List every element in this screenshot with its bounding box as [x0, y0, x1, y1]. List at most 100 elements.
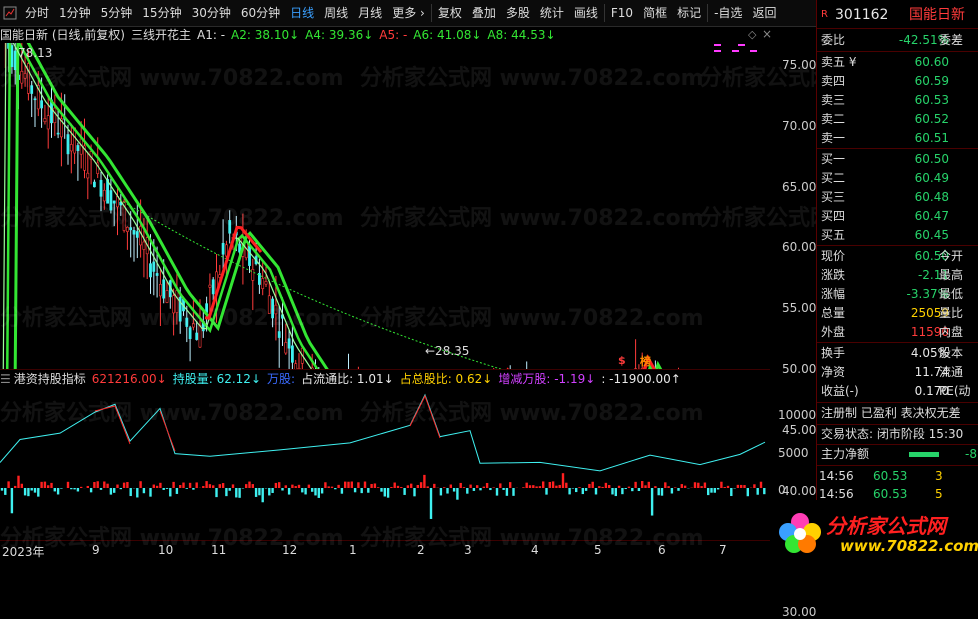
ma-line-fast	[2, 43, 762, 369]
indicator-value-1: 621216.00↓	[92, 372, 167, 386]
holding-change-bar	[714, 488, 716, 493]
toolbar-item[interactable]: 日线	[285, 2, 319, 24]
holding-change-bar	[209, 484, 211, 488]
toolbar-item[interactable]: 复权	[433, 2, 467, 24]
holding-change-bar	[700, 486, 702, 488]
quote-row-value: 60.52	[915, 110, 949, 129]
holding-change-bar	[291, 485, 293, 488]
holding-change-bar	[694, 482, 696, 488]
toolbar-item[interactable]: 1分钟	[54, 2, 96, 24]
a2-value: A2: 38.10↓	[231, 28, 299, 42]
holding-change-bar	[351, 482, 353, 488]
indicator-chart[interactable]	[0, 386, 770, 540]
indicator-name[interactable]: 三线开花主	[131, 26, 191, 43]
toolbar-item[interactable]: 统计	[535, 2, 569, 24]
toolbar-item[interactable]: 标记	[672, 2, 706, 24]
toolbar-item[interactable]: -自选	[709, 2, 747, 24]
candle-body	[192, 324, 194, 328]
main-net-label[interactable]: 主力净额	[821, 445, 869, 464]
toolbar-item[interactable]: 30分钟	[187, 2, 236, 24]
holding-change-bar	[453, 488, 455, 492]
holding-change-bar	[417, 485, 419, 488]
holding-change-bar	[493, 487, 495, 488]
holding-change-bar	[450, 485, 452, 488]
holding-change-bar	[469, 485, 471, 488]
toolbar-item[interactable]: 多股	[501, 2, 535, 24]
candle-body	[278, 332, 280, 338]
holding-change-bar	[667, 486, 669, 488]
holding-change-bar	[677, 488, 679, 491]
toolbar-item[interactable]: 画线	[569, 2, 603, 24]
time-axis: 2023年91011121234567	[0, 540, 770, 563]
holding-change-bar	[403, 488, 405, 495]
toolbar-item[interactable]: 月线	[353, 2, 387, 24]
toolbar-item[interactable]: F10	[606, 2, 638, 24]
holding-change-bar	[446, 488, 448, 494]
holding-change-bar	[724, 487, 726, 488]
toolbar-item[interactable]: 分时	[20, 2, 54, 24]
holding-change-bar	[684, 486, 686, 488]
quote-row-label: 卖四	[821, 72, 845, 91]
stock-code: 301162	[835, 4, 888, 26]
candle-body	[288, 339, 290, 348]
toolbar-item[interactable]: 5分钟	[96, 2, 138, 24]
indicator-title[interactable]: 港资持股指标	[14, 370, 86, 387]
holding-change-bar	[139, 481, 141, 488]
holding-change-bar	[651, 488, 653, 516]
holding-change-bar	[31, 488, 33, 491]
holding-change-bar	[11, 488, 13, 513]
a6-value: A6: 41.08↓	[413, 28, 481, 42]
holding-change-bar	[588, 484, 590, 488]
holding-change-bar	[268, 488, 270, 495]
holding-change-bar	[634, 482, 636, 488]
quote-row: 买五60.45	[817, 226, 978, 245]
toolbar-item[interactable]: 60分钟	[236, 2, 285, 24]
holding-change-bar	[407, 485, 409, 488]
toolbar-item[interactable]: 15分钟	[137, 2, 186, 24]
holding-change-bar	[357, 482, 359, 488]
toolbar-item[interactable]: 更多 ›	[387, 2, 430, 24]
signal-marker	[738, 44, 745, 46]
holding-change-bar	[674, 487, 676, 488]
holding-change-bar	[222, 483, 224, 488]
app-menu-icon[interactable]	[0, 3, 20, 23]
holding-change-bar	[535, 486, 537, 488]
holding-change-bar	[90, 488, 92, 492]
holding-change-bar	[625, 488, 627, 489]
quote-row: 买三60.48	[817, 188, 978, 207]
holding-change-bar	[456, 488, 458, 500]
holding-change-bar	[397, 486, 399, 488]
holding-change-bar	[54, 488, 56, 491]
candle-body	[93, 182, 95, 187]
toolbar-item[interactable]: 简框	[638, 2, 672, 24]
holding-change-bar	[258, 488, 260, 495]
holding-change-bar	[608, 485, 610, 488]
candle-body	[126, 227, 128, 231]
holding-change-bar	[212, 485, 214, 488]
holding-change-bar	[100, 488, 102, 490]
holding-change-bar	[271, 488, 273, 493]
holding-change-bar	[760, 482, 762, 488]
tick-price: 60.53	[873, 467, 907, 486]
holding-change-bar	[707, 488, 709, 495]
chart-settings-icon[interactable]: ◇	[748, 28, 756, 41]
candle-body	[268, 296, 270, 314]
price-tick: 70.00	[782, 119, 816, 133]
holding-change-bar	[664, 482, 666, 488]
candle-body	[153, 262, 155, 272]
indicator-value-7: : -11900.00↑	[601, 372, 681, 386]
holding-change-bar	[176, 488, 178, 494]
tick-time: 14:56	[819, 467, 854, 486]
toolbar-item[interactable]: 周线	[319, 2, 353, 24]
dollar-marker[interactable]: $	[618, 354, 626, 367]
toolbar-item[interactable]: 返回	[747, 2, 781, 24]
rank-marker[interactable]: 榜	[640, 353, 651, 369]
toolbar-item[interactable]: 叠加	[467, 2, 501, 24]
chart-close-icon[interactable]: ×	[762, 27, 772, 41]
quote-row: 收益(-)0.170PE(动	[817, 382, 978, 401]
candle-body	[130, 228, 132, 230]
holding-change-bar	[60, 488, 62, 489]
quote-row-label2: 股本	[939, 344, 963, 363]
collapse-icon[interactable]: ☰	[0, 372, 11, 386]
candlestick-chart[interactable]	[0, 43, 770, 369]
